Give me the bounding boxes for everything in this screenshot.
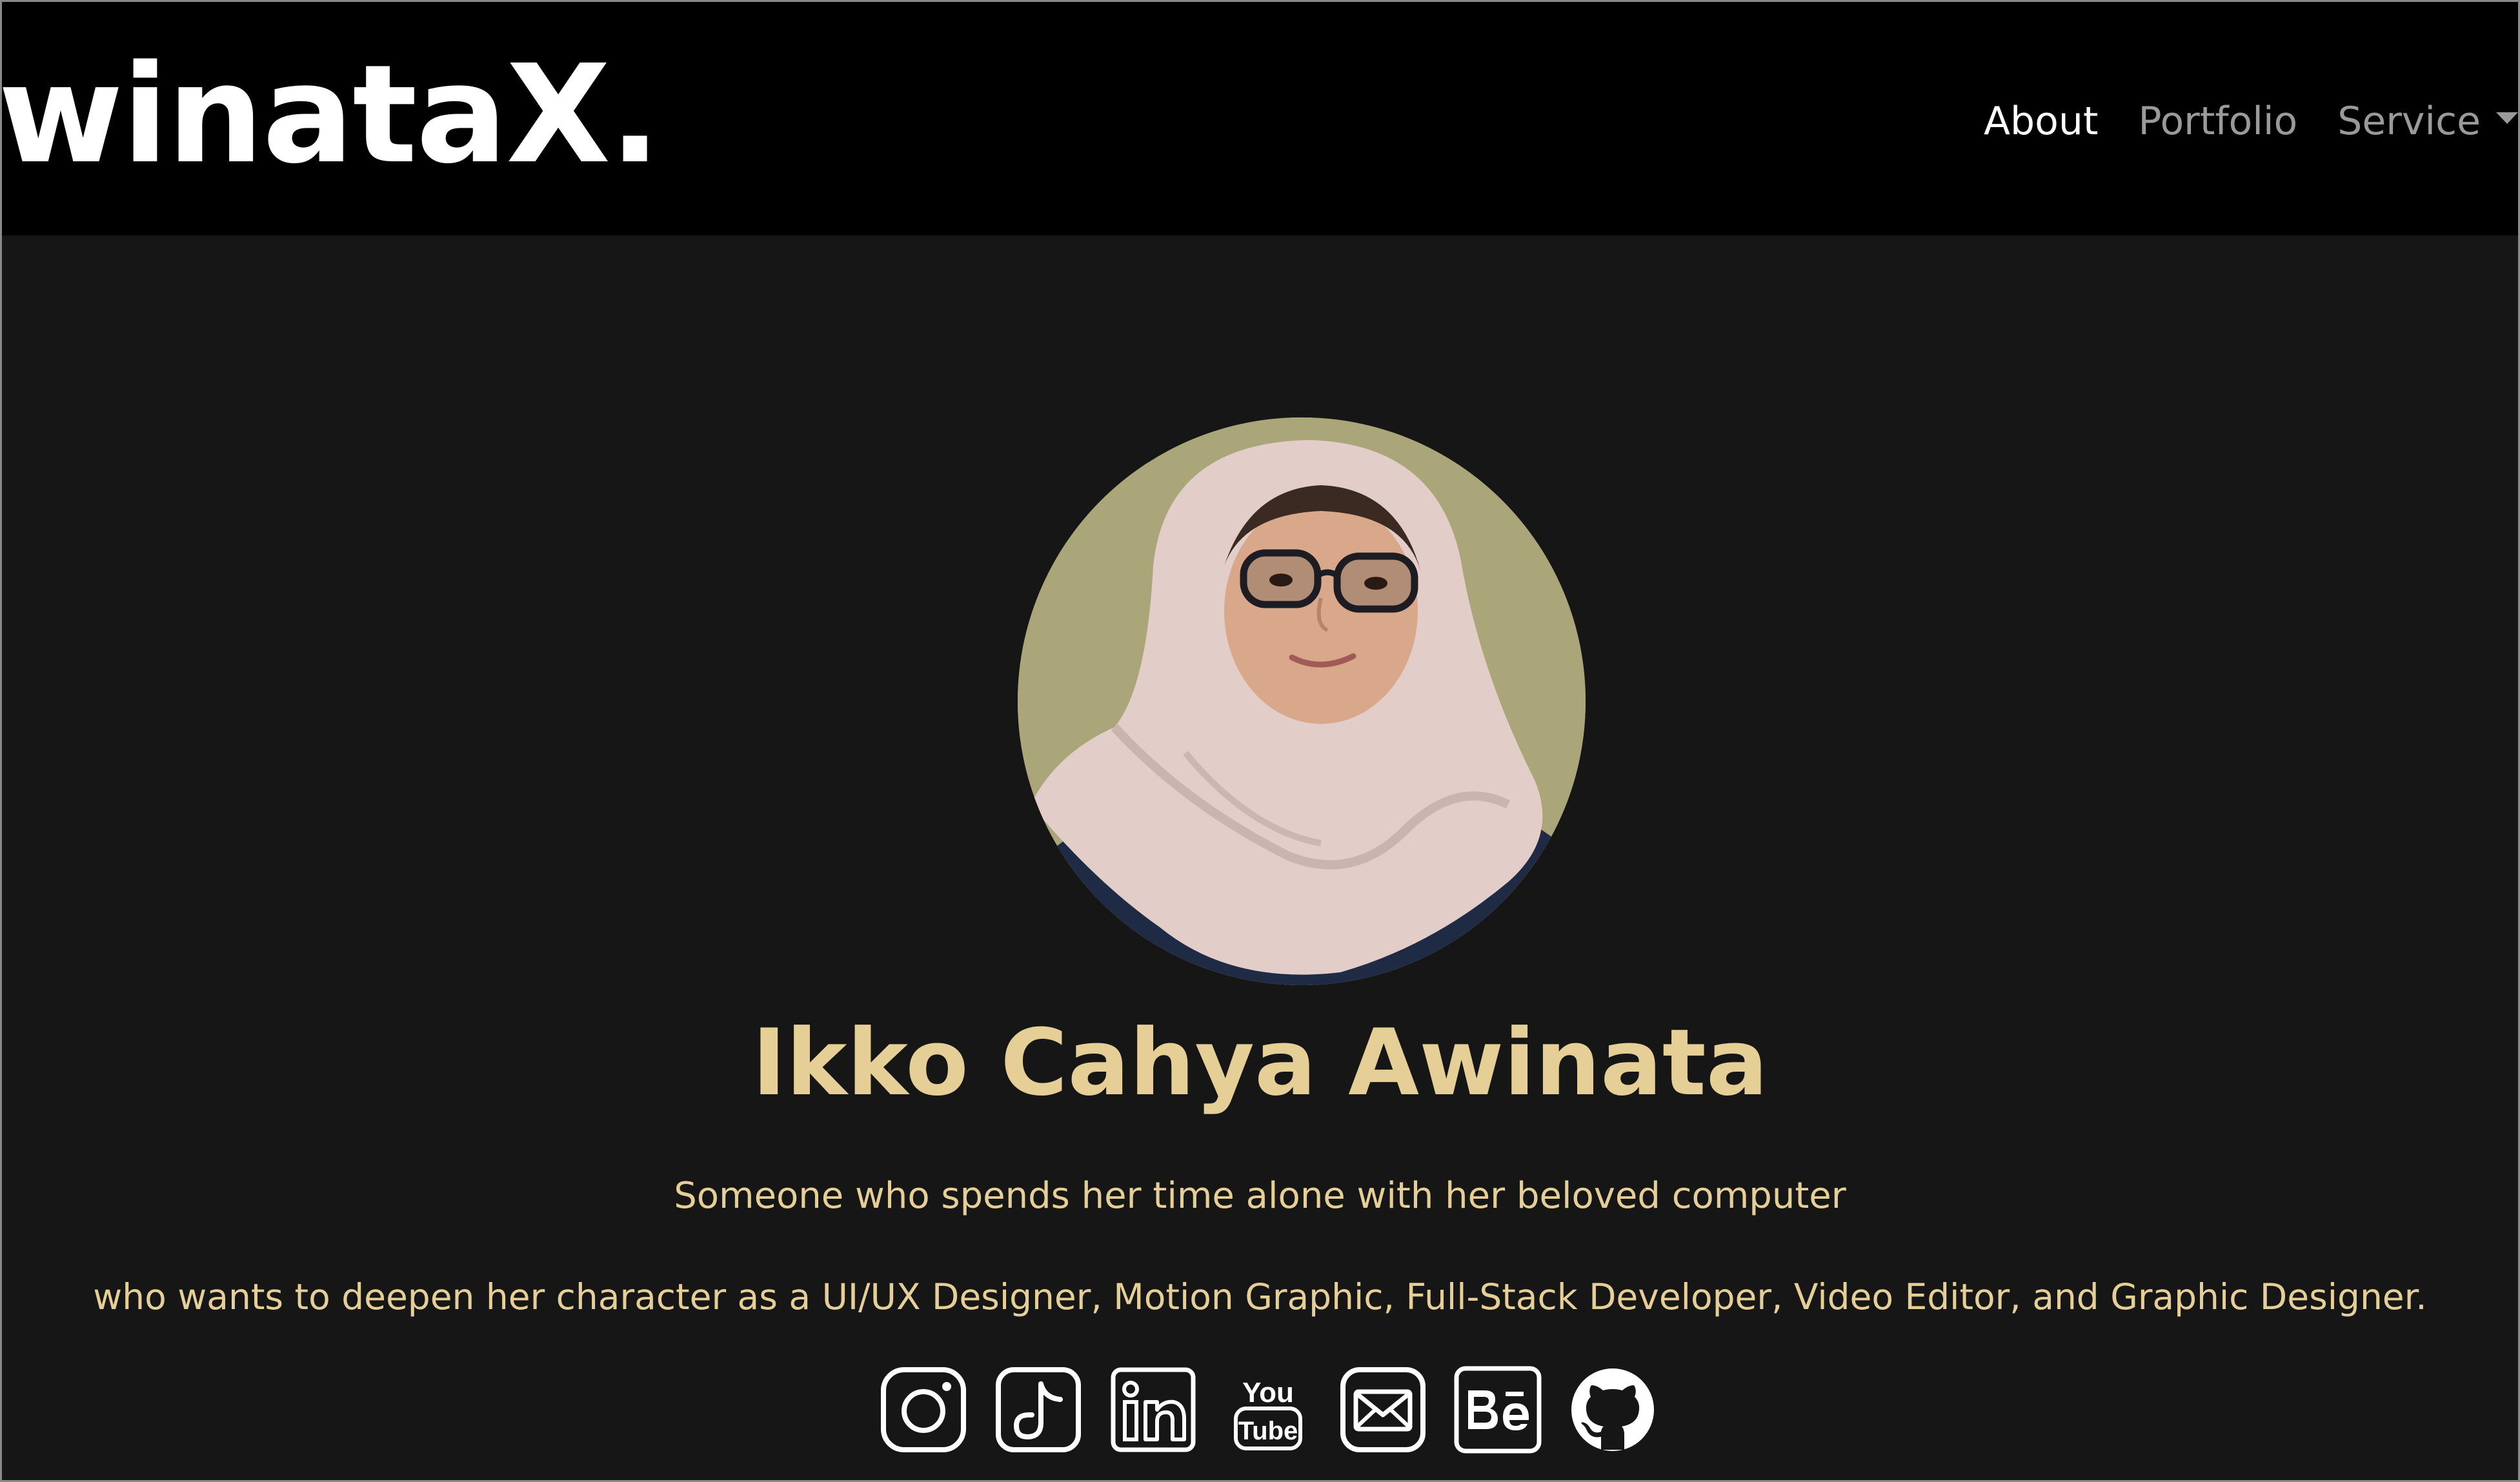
caret-down-icon: [2496, 112, 2518, 125]
profile-avatar: [1018, 417, 1586, 985]
nav-item-service-dropdown[interactable]: Service: [2337, 99, 2518, 144]
brand-logo[interactable]: winataX.: [2, 47, 661, 183]
profile-name: Ikko Cahya Awinata: [752, 1010, 1768, 1116]
nav-item-portfolio[interactable]: Portfolio: [2138, 99, 2297, 144]
avatar-portrait-image: [1018, 417, 1586, 985]
instagram-icon[interactable]: [878, 1365, 969, 1455]
tiktok-icon[interactable]: [993, 1365, 1084, 1455]
github-icon[interactable]: [1567, 1365, 1658, 1455]
nav-item-about[interactable]: About: [1984, 99, 2098, 144]
page-frame: winataX. About Portfolio Service Ikko Ca…: [0, 0, 2520, 1482]
svg-text:You: You: [1242, 1377, 1294, 1408]
behance-icon[interactable]: [1453, 1365, 1543, 1455]
social-links: You Tube: [2, 1365, 2518, 1455]
email-icon[interactable]: [1338, 1365, 1428, 1455]
nav-links: About Portfolio Service: [1944, 92, 2518, 150]
linkedin-icon[interactable]: [1108, 1365, 1198, 1455]
navbar: winataX. About Portfolio Service: [2, 2, 2518, 235]
profile-tagline-2: who wants to deepen her character as a U…: [93, 1276, 2427, 1317]
nav-item-service-label: Service: [2337, 99, 2481, 144]
youtube-icon[interactable]: You Tube: [1223, 1365, 1313, 1455]
svg-text:Tube: Tube: [1238, 1417, 1298, 1445]
profile-tagline-1: Someone who spends her time alone with h…: [674, 1175, 1846, 1217]
